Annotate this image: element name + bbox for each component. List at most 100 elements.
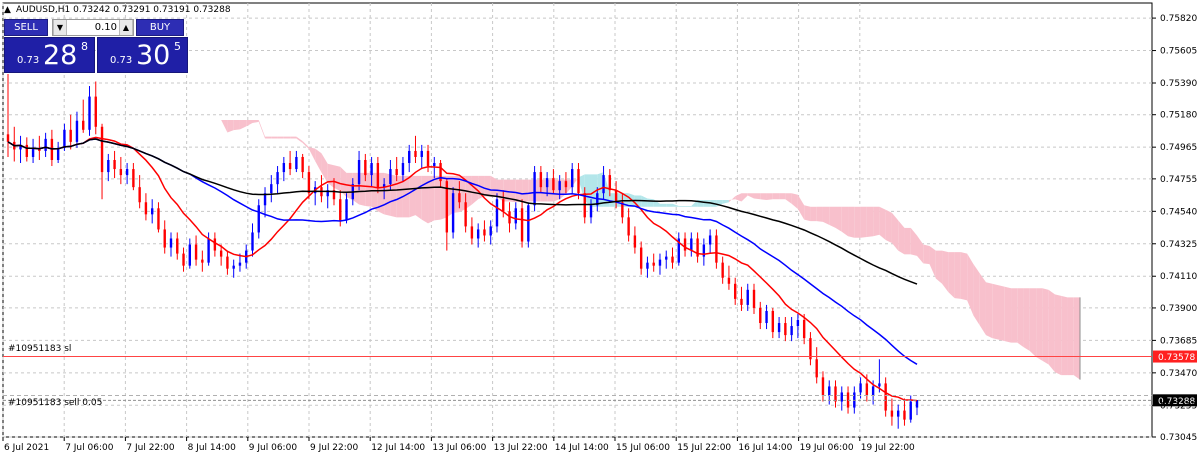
- cloud-segment: [785, 193, 792, 204]
- cloud-segment: [766, 193, 773, 200]
- y-tick-label: 0.73045: [1160, 433, 1197, 443]
- candle-body: [414, 150, 417, 157]
- sell-label: SELL: [14, 22, 38, 33]
- cloud-segment: [942, 250, 949, 293]
- candle-body: [646, 262, 649, 269]
- lot-increase-icon[interactable]: ▲: [119, 20, 133, 35]
- x-tick-label: 8 Jul 14:00: [188, 443, 237, 453]
- candle-body: [307, 172, 311, 194]
- candle-body: [502, 199, 505, 212]
- candle-body: [119, 169, 123, 176]
- sell-price-prefix: 0.73: [17, 55, 40, 66]
- candle-body: [884, 383, 887, 411]
- candle-body: [63, 129, 66, 148]
- candle-body: [558, 181, 561, 191]
- y-tick-label: 0.73470: [1160, 369, 1197, 379]
- candle-body: [890, 410, 894, 417]
- candle-body: [759, 307, 762, 324]
- candle-body: [589, 205, 593, 218]
- cloud-segment: [333, 165, 341, 191]
- y-tick-label: 0.74965: [1160, 143, 1197, 153]
- cloud-segment: [891, 212, 899, 251]
- candle-body: [157, 208, 160, 230]
- sell-price[interactable]: 0.73 28 8: [4, 37, 95, 73]
- cloud-segment: [1073, 297, 1080, 380]
- candle-body: [389, 169, 392, 185]
- candle-body: [451, 193, 455, 233]
- candle-body: [708, 235, 712, 245]
- cloud-segment: [816, 206, 823, 222]
- lot-size-input[interactable]: ▼ 0.10 ▲: [52, 19, 134, 36]
- cloud-segment: [885, 209, 892, 244]
- moving-averages: [7, 136, 918, 402]
- candle-body: [288, 163, 292, 170]
- buy-price-fraction: 5: [174, 40, 181, 53]
- candle-body: [545, 178, 549, 188]
- cloud-segment: [290, 136, 297, 139]
- x-tick-label: 14 Jul 14:00: [555, 443, 609, 453]
- sell-button[interactable]: SELL: [4, 19, 48, 36]
- candle-body: [520, 208, 524, 242]
- cloud-segment: [647, 198, 654, 207]
- candle-body: [31, 147, 35, 157]
- cloud-segment: [365, 172, 372, 207]
- candle-body: [364, 159, 367, 176]
- candle-body: [865, 383, 869, 396]
- cloud-segment: [672, 203, 679, 207]
- sl-price-label: 0.73578: [1158, 353, 1195, 363]
- cloud-segment: [979, 273, 986, 336]
- x-tick-label: 19 Jul 22:00: [861, 443, 915, 453]
- cloud-segment: [170, 115, 178, 118]
- lot-value: 0.10: [94, 22, 117, 33]
- buy-button[interactable]: BUY: [136, 19, 184, 36]
- candle-body: [771, 310, 775, 333]
- candle-body: [182, 253, 185, 266]
- buy-price[interactable]: 0.73 30 5: [97, 37, 188, 73]
- cloud-segment: [659, 203, 667, 207]
- candle-body: [627, 217, 630, 236]
- y-tick-label: 0.74110: [1160, 272, 1197, 282]
- candle-body: [777, 323, 781, 333]
- x-tick-label: 13 Jul 06:00: [432, 443, 486, 453]
- candle-body: [765, 310, 768, 324]
- candle-body: [790, 326, 793, 336]
- ichimoku-cloud: [170, 115, 1081, 380]
- cloud-segment: [948, 252, 955, 299]
- candle-body: [495, 199, 499, 227]
- candle-body: [138, 187, 141, 203]
- candle-body: [376, 163, 380, 188]
- y-tick-label: 0.73685: [1160, 336, 1197, 346]
- candle-body: [878, 383, 881, 387]
- cloud-segment: [221, 119, 228, 133]
- cloud-segment: [666, 203, 673, 207]
- cloud-segment: [898, 220, 905, 255]
- candle-body: [301, 156, 304, 173]
- cloud-segment: [233, 119, 240, 131]
- candle-body: [602, 175, 605, 194]
- cloud-segment: [522, 179, 529, 202]
- cloud-segment: [1042, 288, 1049, 365]
- ma-mid-line: [7, 138, 918, 365]
- candle-body: [476, 229, 480, 239]
- candle-body: [276, 172, 279, 185]
- cloud-segment: [277, 136, 284, 139]
- lot-decrease-icon[interactable]: ▼: [53, 20, 67, 35]
- cloud-segment: [239, 119, 247, 130]
- candle-body: [608, 175, 612, 191]
- candle-body: [169, 238, 173, 248]
- order-sl-label: #10951183 sl: [8, 344, 71, 354]
- candle-body: [426, 150, 430, 167]
- cloud-segment: [678, 206, 686, 207]
- candle-body: [194, 244, 198, 260]
- candle-body: [896, 410, 900, 417]
- cloud-segment: [735, 193, 742, 202]
- candle-body: [784, 323, 787, 336]
- cloud-segment: [515, 179, 523, 203]
- candle-body: [176, 238, 179, 254]
- cloud-segment: [728, 196, 736, 203]
- candle-body: [94, 96, 97, 127]
- cloud-segment: [998, 285, 1005, 342]
- candle-body: [614, 190, 618, 203]
- candle-body: [514, 208, 517, 224]
- candle-body: [577, 169, 580, 194]
